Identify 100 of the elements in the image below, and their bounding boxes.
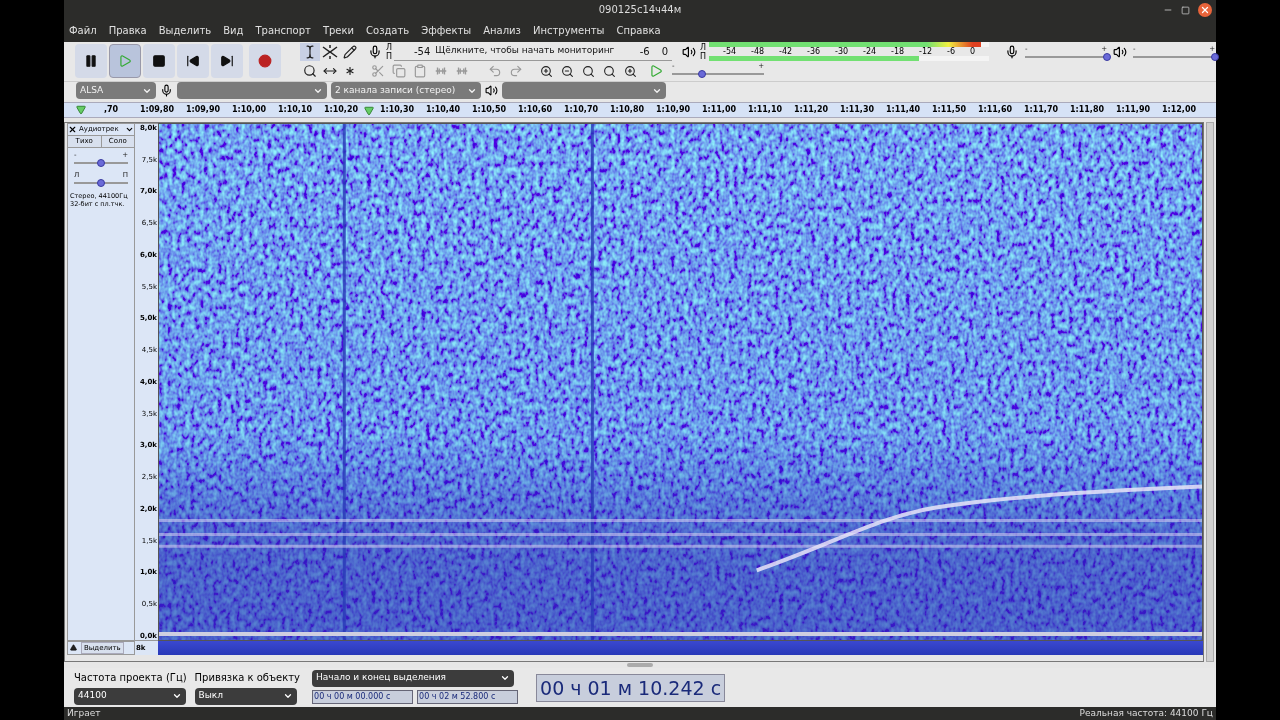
- ruler-label: 1:09,90: [184, 103, 222, 116]
- stop-icon: [152, 54, 166, 69]
- ruler-label: 1:10,60: [516, 103, 554, 116]
- speaker-icon: [1113, 44, 1128, 59]
- status-text: Играет: [67, 706, 101, 720]
- meter-scale-label: -48: [751, 47, 765, 56]
- vertical-scrollbar[interactable]: [1206, 121, 1214, 662]
- microphone-icon: [1005, 44, 1020, 59]
- copy-icon: [392, 64, 406, 79]
- monitoring-prompt: Щёлкните, чтобы начать мониторинг: [435, 44, 615, 58]
- pencil-icon: [343, 44, 357, 59]
- play-icon: [649, 64, 663, 79]
- ruler-label: 1:10,80: [608, 103, 646, 116]
- record-button[interactable]: [249, 44, 281, 79]
- field-label: Привязка к объекту: [194, 670, 301, 685]
- fit-selection-icon: [581, 64, 595, 78]
- menu-item[interactable]: Правка: [108, 23, 147, 39]
- close-button[interactable]: [1198, 3, 1212, 17]
- zoom-toggle-icon: [623, 64, 637, 78]
- microphone-icon: [160, 84, 173, 98]
- meter-scale-label: 0: [661, 44, 668, 59]
- menu-item[interactable]: Файл: [69, 23, 97, 39]
- menu-item[interactable]: Создать: [366, 23, 410, 39]
- menu-item[interactable]: Вид: [223, 23, 244, 39]
- redo-icon: [509, 64, 523, 79]
- speaker-icon[interactable]: [682, 44, 696, 59]
- meter-scale-label: 0: [969, 47, 976, 56]
- ruler-label: 1:10,50: [470, 103, 508, 116]
- time-field[interactable]: 00 ч 02 м 52.800 с: [417, 689, 519, 704]
- menu-item[interactable]: Транспорт: [255, 23, 311, 39]
- meter-scale-label: -54: [723, 47, 737, 56]
- scissors-icon: [371, 64, 385, 79]
- channel-label: Л: [386, 42, 392, 52]
- time-field[interactable]: 00 ч 00 м 00.000 с: [312, 689, 414, 704]
- menu-item[interactable]: Инструменты: [532, 23, 605, 39]
- close-icon: [1200, 5, 1210, 15]
- slider-thumb[interactable]: [97, 158, 105, 167]
- dropdown[interactable]: Выкл: [194, 687, 297, 705]
- ruler-label: 1:10,70: [562, 103, 600, 116]
- timeline-ruler[interactable]: ,70 1:09,80 1:09,90 1:10,00 1:10,10 1:10,20 1:10,30 1:10,40 1:10,50 1:10,60 1:10,70 1:10,80 1:10,90 1:11,00 1:11,10 1:11,20 1:11,30 1:11,40 1:11,50 1:11,60 1:11,70 1:11,80 1:11,90 1:12,00: [64, 101, 1216, 118]
- stop-button[interactable]: [143, 44, 175, 79]
- maximize-icon[interactable]: [1181, 5, 1190, 15]
- ruler-label: 1:11,60: [976, 103, 1014, 116]
- tool-button[interactable]: [300, 42, 320, 61]
- dropdown[interactable]: 44100: [74, 687, 186, 705]
- slider[interactable]: [74, 161, 128, 164]
- ruler-label: 1:10,40: [424, 103, 462, 116]
- ruler-label: 1:10,10: [276, 103, 314, 116]
- clipboard-icon: [413, 64, 427, 79]
- skip-start-icon: [186, 54, 200, 69]
- undo-icon: [488, 64, 502, 79]
- pause-button[interactable]: [75, 44, 107, 79]
- slider-thumb[interactable]: [1211, 52, 1220, 61]
- close-icon[interactable]: [68, 124, 77, 134]
- zoom-out-icon: [560, 64, 574, 78]
- ruler-label: 1:11,50: [930, 103, 968, 116]
- slider-thumb[interactable]: [1103, 52, 1112, 61]
- zoom-icon: [303, 64, 317, 79]
- dropdown[interactable]: ALSA: [76, 82, 156, 100]
- ruler-label: 1:11,20: [792, 103, 830, 116]
- play-icon: [118, 54, 132, 69]
- fit-project-icon: [602, 64, 616, 78]
- menu-item[interactable]: Выделить: [158, 23, 212, 39]
- field-label: Частота проекта (Гц): [74, 670, 187, 685]
- menu-item[interactable]: Треки: [322, 23, 355, 39]
- ruler-label: 1:11,30: [838, 103, 876, 116]
- channel-label: Л: [700, 42, 707, 52]
- slider[interactable]: [1025, 55, 1108, 58]
- menu-item[interactable]: Анализ: [483, 23, 521, 39]
- dropdown[interactable]: Начало и конец выделения: [312, 669, 515, 687]
- slider-thumb[interactable]: [97, 178, 105, 187]
- audio-position-field[interactable]: 00 ч 01 м 10.242 с: [536, 673, 726, 702]
- ruler-label: 1:10,20: [322, 103, 360, 116]
- tool-button[interactable]: [320, 42, 340, 61]
- meter-scale-label: -24: [863, 47, 877, 56]
- slider[interactable]: [672, 73, 764, 76]
- skip-end-button[interactable]: [211, 44, 243, 79]
- menu-item[interactable]: Эффекты: [421, 23, 472, 39]
- status-text: Реальная частота: 44100 Гц: [1079, 706, 1213, 720]
- ruler-label: 1:11,40: [884, 103, 922, 116]
- skip-start-button[interactable]: [177, 44, 209, 79]
- slider[interactable]: [1133, 55, 1216, 58]
- ruler-label: 1:10,00: [230, 103, 268, 116]
- microphone-icon[interactable]: [368, 44, 382, 59]
- horizontal-scrollbar[interactable]: [627, 662, 653, 667]
- record-icon: [258, 54, 272, 69]
- slider[interactable]: [74, 181, 128, 184]
- ruler-label: 1:12,00: [1160, 103, 1198, 116]
- dropdown[interactable]: 2 канала записи (стерео): [331, 82, 481, 100]
- slider-thumb[interactable]: [698, 70, 707, 79]
- meter-scale-label: -6: [947, 47, 955, 56]
- ruler-label: 1:11,90: [1114, 103, 1152, 116]
- collapse-icon[interactable]: [70, 644, 77, 652]
- window-title: 090125с14ч44м: [598, 3, 682, 18]
- ruler-label: 1:09,80: [138, 103, 176, 116]
- ruler-label: ,70: [102, 103, 120, 116]
- meter-scale-label: -6: [639, 44, 650, 59]
- meter-scale-label: -42: [779, 47, 793, 56]
- meter-scale-label: -18: [891, 47, 905, 56]
- menu-item[interactable]: Справка: [616, 23, 661, 39]
